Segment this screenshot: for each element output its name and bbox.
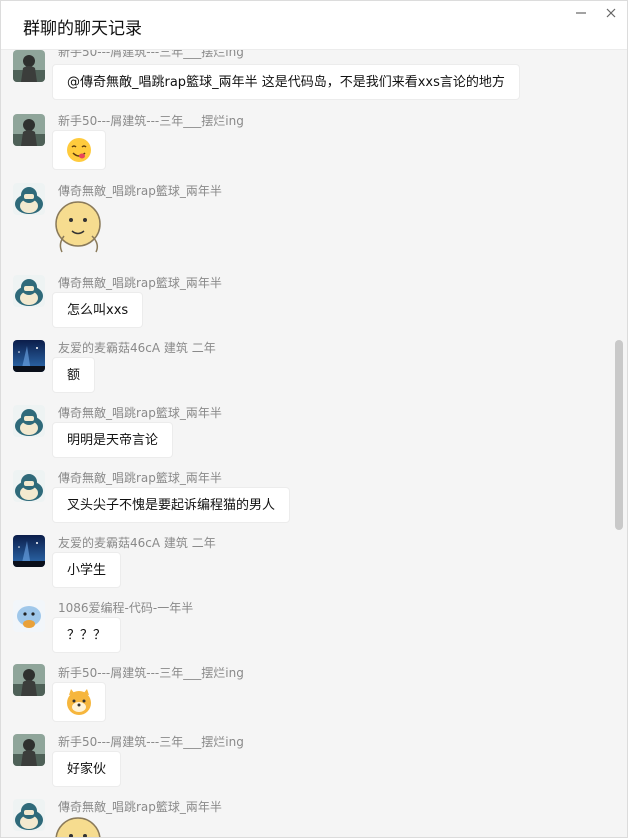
sender-name: 傳奇無敵_唱跳rap籃球_兩年半 — [58, 276, 222, 290]
snorlax-avatar[interactable] — [13, 799, 45, 831]
sender-name: 傳奇無敵_唱跳rap籃球_兩年半 — [58, 471, 222, 485]
scrollbar-thumb[interactable] — [615, 340, 623, 530]
title-bar: 群聊的聊天记录 — [1, 1, 627, 50]
message-item: 1086爱编程-代码-一年半 ？？？ — [1, 597, 611, 657]
message-bubble[interactable]: 怎么叫xxs — [52, 292, 144, 328]
night-sky-avatar[interactable] — [13, 340, 45, 372]
yellow-ball-face-sticker[interactable] — [52, 200, 106, 254]
minimize-icon[interactable] — [574, 7, 588, 21]
close-icon[interactable] — [604, 7, 618, 21]
statue-avatar[interactable] — [13, 664, 45, 696]
statue-avatar[interactable] — [13, 734, 45, 766]
message-bubble[interactable]: @傳奇無敵_唱跳rap籃球_兩年半 这是代码岛，不是我们来看xxs言论的地方 — [52, 64, 520, 100]
yummy-emoji-sticker[interactable] — [52, 130, 106, 170]
message-item: 友爱的麦霸菇46cA 建筑 二年 小学生 — [1, 532, 611, 592]
sender-name: 新手50---屑建筑---三年___摆烂ing — [58, 735, 244, 749]
message-bubble[interactable]: 小学生 — [52, 552, 122, 588]
snorlax-avatar[interactable] — [13, 183, 45, 215]
message-item: 新手50---屑建筑---三年___摆烂ing @傳奇無敵_唱跳rap籃球_兩年… — [1, 50, 611, 102]
sender-name: 新手50---屑建筑---三年___摆烂ing — [58, 666, 244, 680]
message-bubble[interactable]: 好家伙 — [52, 751, 122, 787]
cartoon-avatar[interactable] — [13, 600, 45, 632]
snorlax-avatar[interactable] — [13, 470, 45, 502]
sender-name: 傳奇無敵_唱跳rap籃球_兩年半 — [58, 800, 222, 814]
sender-name: 新手50---屑建筑---三年___摆烂ing — [58, 114, 244, 128]
message-item: 傳奇無敵_唱跳rap籃球_兩年半 — [1, 796, 611, 837]
message-list[interactable]: 新手50---屑建筑---三年___摆烂ing @傳奇無敵_唱跳rap籃球_兩年… — [1, 50, 627, 837]
night-sky-avatar[interactable] — [13, 535, 45, 567]
sender-name: 傳奇無敵_唱跳rap籃球_兩年半 — [58, 406, 222, 420]
snorlax-avatar[interactable] — [13, 275, 45, 307]
message-bubble[interactable]: 叉头尖子不愧是要起诉编程猫的男人 — [52, 487, 291, 523]
message-item: 傳奇無敵_唱跳rap籃球_兩年半 — [1, 180, 611, 260]
message-bubble[interactable]: 明明是天帝言论 — [52, 422, 174, 458]
message-item: 友爱的麦霸菇46cA 建筑 二年 额 — [1, 337, 611, 397]
statue-avatar[interactable] — [13, 114, 45, 146]
sender-name: 友爱的麦霸菇46cA 建筑 二年 — [58, 341, 216, 355]
sender-name: 傳奇無敵_唱跳rap籃球_兩年半 — [58, 184, 222, 198]
message-item: 新手50---屑建筑---三年___摆烂ing 好家伙 — [1, 732, 611, 792]
message-bubble[interactable]: 额 — [52, 357, 96, 393]
sender-name: 1086爱编程-代码-一年半 — [58, 601, 194, 615]
message-item: 新手50---屑建筑---三年___摆烂ing — [1, 112, 611, 172]
chat-history-window: 群聊的聊天记录 新手50---屑建筑---三年___摆烂ing @傳奇無敵_唱跳… — [0, 0, 628, 838]
message-item: 新手50---屑建筑---三年___摆烂ing — [1, 662, 611, 728]
doge-emoji-sticker[interactable] — [52, 682, 106, 722]
message-item: 傳奇無敵_唱跳rap籃球_兩年半 怎么叫xxs — [1, 272, 611, 332]
message-item: 傳奇無敵_唱跳rap籃球_兩年半 叉头尖子不愧是要起诉编程猫的男人 — [1, 467, 611, 527]
yellow-ball-face-sticker[interactable] — [52, 816, 106, 837]
snorlax-avatar[interactable] — [13, 405, 45, 437]
statue-avatar[interactable] — [13, 50, 45, 82]
sender-name: 友爱的麦霸菇46cA 建筑 二年 — [58, 536, 216, 550]
sender-name: 新手50---屑建筑---三年___摆烂ing — [58, 50, 244, 59]
window-title: 群聊的聊天记录 — [23, 19, 142, 39]
message-bubble[interactable]: ？？？ — [52, 617, 122, 653]
message-item: 傳奇無敵_唱跳rap籃球_兩年半 明明是天帝言论 — [1, 402, 611, 462]
